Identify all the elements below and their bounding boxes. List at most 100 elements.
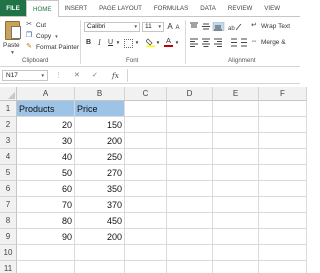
cell-f2[interactable] (259, 117, 307, 133)
align-center-icon[interactable] (202, 38, 210, 47)
row-header-2[interactable]: 2 (0, 117, 17, 133)
tab-file[interactable]: FILE (0, 0, 26, 16)
row-header-8[interactable]: 8 (0, 213, 17, 229)
cell-a4[interactable]: 40 (17, 149, 75, 165)
cell-e1[interactable] (213, 101, 259, 117)
cell-a3[interactable]: 30 (17, 133, 75, 149)
cell-c5[interactable] (125, 165, 167, 181)
cell-d10[interactable] (167, 245, 213, 261)
cell-d9[interactable] (167, 229, 213, 245)
fill-color-button[interactable] (145, 38, 155, 47)
shrink-font-button[interactable]: A (174, 23, 181, 33)
format-painter-button[interactable]: ✎ Format Painter (25, 42, 79, 52)
cell-a11[interactable] (17, 261, 75, 273)
top-align-icon[interactable] (189, 22, 199, 31)
column-header-c[interactable]: C (125, 87, 167, 101)
merge-center-button[interactable]: ⇔ Merge & (250, 37, 286, 47)
cell-d6[interactable] (167, 181, 213, 197)
vertical-align-buttons[interactable] (189, 22, 225, 31)
cell-d8[interactable] (167, 213, 213, 229)
cell-d3[interactable] (167, 133, 213, 149)
cell-c3[interactable] (125, 133, 167, 149)
column-header-b[interactable]: B (75, 87, 125, 101)
cell-a1[interactable]: Products (17, 101, 75, 117)
name-box[interactable]: N17 ▼ (2, 70, 48, 81)
grow-font-button[interactable]: A (166, 22, 174, 32)
cell-d1[interactable] (167, 101, 213, 117)
cell-a5[interactable]: 50 (17, 165, 75, 181)
tab-view[interactable]: VIEW (258, 0, 286, 16)
decrease-indent-icon[interactable] (231, 38, 237, 47)
cell-c8[interactable] (125, 213, 167, 229)
cell-e4[interactable] (213, 149, 259, 165)
cell-a10[interactable] (17, 245, 75, 261)
cell-c4[interactable] (125, 149, 167, 165)
orientation-button[interactable]: ab (228, 22, 242, 31)
underline-dropdown[interactable]: ▼ (115, 38, 121, 48)
tab-formulas[interactable]: FORMULAS (148, 0, 194, 16)
italic-button[interactable]: I (95, 38, 104, 48)
cell-e11[interactable] (213, 261, 259, 273)
cell-b10[interactable] (75, 245, 125, 261)
cell-b11[interactable] (75, 261, 125, 273)
cell-f9[interactable] (259, 229, 307, 245)
cell-d11[interactable] (167, 261, 213, 273)
cell-e9[interactable] (213, 229, 259, 245)
align-right-icon[interactable] (214, 38, 222, 47)
row-header-3[interactable]: 3 (0, 133, 17, 149)
cell-e10[interactable] (213, 245, 259, 261)
bottom-align-icon[interactable] (212, 22, 225, 31)
cell-c1[interactable] (125, 101, 167, 117)
cell-e7[interactable] (213, 197, 259, 213)
paste-button[interactable]: Paste ▼ (3, 20, 23, 56)
cell-c2[interactable] (125, 117, 167, 133)
cell-b2[interactable]: 150 (75, 117, 125, 133)
cell-b7[interactable]: 370 (75, 197, 125, 213)
cancel-icon[interactable]: ✕ (74, 70, 80, 81)
cut-button[interactable]: ✂ Cut (25, 20, 46, 30)
cell-e2[interactable] (213, 117, 259, 133)
increase-indent-icon[interactable] (241, 38, 247, 47)
tab-insert[interactable]: INSERT (59, 0, 94, 16)
column-header-e[interactable]: E (213, 87, 259, 101)
row-header-9[interactable]: 9 (0, 229, 17, 245)
cell-e3[interactable] (213, 133, 259, 149)
cell-c7[interactable] (125, 197, 167, 213)
column-header-a[interactable]: A (17, 87, 75, 101)
cell-f8[interactable] (259, 213, 307, 229)
cell-a9[interactable]: 90 (17, 229, 75, 245)
cell-b8[interactable]: 450 (75, 213, 125, 229)
align-left-icon[interactable] (190, 38, 198, 47)
tab-data[interactable]: DATA (194, 0, 222, 16)
row-header-10[interactable]: 10 (0, 245, 17, 261)
font-color-dropdown[interactable]: ▼ (174, 38, 180, 48)
cell-f10[interactable] (259, 245, 307, 261)
indent-buttons[interactable] (228, 38, 248, 47)
cell-a2[interactable]: 20 (17, 117, 75, 133)
formula-input[interactable] (127, 69, 300, 82)
horizontal-align-buttons[interactable] (189, 38, 225, 47)
cell-c11[interactable] (125, 261, 167, 273)
fill-color-dropdown[interactable]: ▼ (155, 38, 161, 48)
cell-f7[interactable] (259, 197, 307, 213)
select-all-button[interactable] (0, 87, 17, 101)
row-header-1[interactable]: 1 (0, 101, 17, 117)
cell-e8[interactable] (213, 213, 259, 229)
cell-d4[interactable] (167, 149, 213, 165)
tab-review[interactable]: REVIEW (222, 0, 258, 16)
cell-a6[interactable]: 60 (17, 181, 75, 197)
copy-button[interactable]: ❐ Copy ▼ (25, 31, 59, 41)
enter-icon[interactable]: ✓ (92, 70, 98, 81)
column-header-d[interactable]: D (167, 87, 213, 101)
cell-f4[interactable] (259, 149, 307, 165)
row-header-5[interactable]: 5 (0, 165, 17, 181)
borders-dropdown[interactable]: ▼ (134, 38, 140, 48)
row-header-6[interactable]: 6 (0, 181, 17, 197)
cell-f3[interactable] (259, 133, 307, 149)
font-family-select[interactable]: Calibri ▼ (84, 22, 140, 32)
insert-function-button[interactable]: fx (112, 70, 119, 81)
cell-f11[interactable] (259, 261, 307, 273)
cell-b1[interactable]: Price (75, 101, 125, 117)
tab-page-layout[interactable]: PAGE LAYOUT (93, 0, 148, 16)
cell-a7[interactable]: 70 (17, 197, 75, 213)
